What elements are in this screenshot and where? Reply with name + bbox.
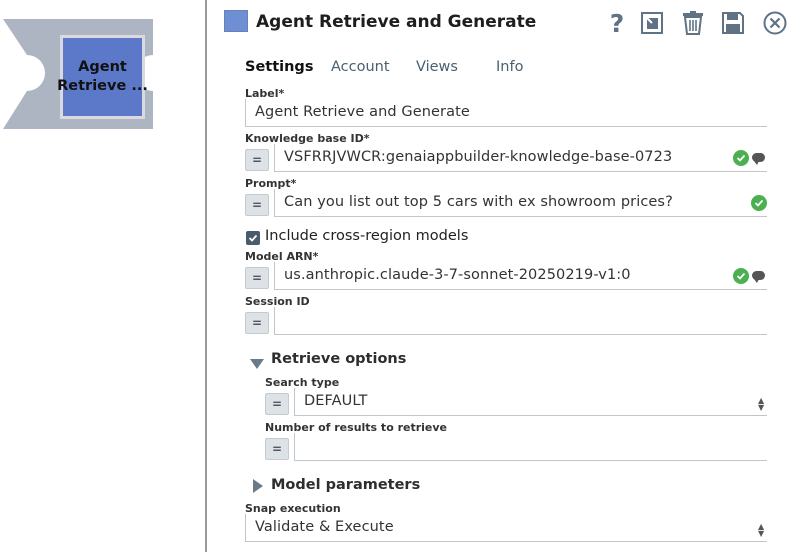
kb-input[interactable]: VSFRRJVWCR:genaiappbuilder-knowledge-bas… [274, 144, 767, 172]
session-id-expression-toggle[interactable]: = [245, 312, 269, 334]
tab-settings[interactable]: Settings [245, 59, 313, 75]
snap-node-agent-retrieve[interactable]: Agent Retrieve ... [57, 35, 148, 119]
help-icon[interactable]: ? [603, 9, 631, 37]
valid-check-icon [751, 195, 767, 211]
comment-icon[interactable] [752, 271, 765, 283]
snap-node-label-1: Agent [78, 59, 127, 75]
save-icon[interactable] [719, 9, 747, 37]
select-arrows-icon: ▲ ▼ [758, 522, 765, 538]
kb-expression-toggle[interactable]: = [245, 149, 269, 171]
export-icon[interactable] [638, 9, 666, 37]
cross-region-label[interactable]: Include cross-region models [265, 228, 468, 244]
model-arn-input[interactable]: us.anthropic.claude-3-7-sonnet-20250219-… [274, 262, 767, 290]
kb-value: VSFRRJVWCR:genaiappbuilder-knowledge-bas… [284, 149, 673, 165]
settings-panel: Agent Retrieve and Generate ? Settings A… [207, 0, 798, 552]
close-icon[interactable] [761, 9, 789, 37]
num-results-expression-toggle[interactable]: = [265, 438, 289, 460]
tab-account[interactable]: Account [331, 59, 390, 75]
panel-title: Agent Retrieve and Generate [256, 12, 537, 32]
num-results-input[interactable] [294, 433, 767, 461]
snap-execution-value: Validate & Execute [255, 519, 394, 535]
delete-icon[interactable] [679, 9, 707, 37]
tab-views[interactable]: Views [416, 59, 458, 75]
expanded-triangle-icon[interactable] [250, 354, 264, 373]
collapsed-triangle-icon[interactable] [253, 478, 263, 497]
search-type-value: DEFAULT [304, 393, 368, 409]
snap-color-swatch [224, 10, 248, 32]
snap-execution-select[interactable]: Validate & Execute ▲ ▼ [245, 514, 767, 542]
pipeline-canvas[interactable]: Agent Retrieve ... [0, 0, 205, 552]
label-input[interactable]: Agent Retrieve and Generate [245, 99, 767, 127]
valid-check-icon [733, 150, 749, 166]
tab-info[interactable]: Info [496, 59, 523, 75]
cross-region-checkbox[interactable] [246, 231, 260, 245]
model-arn-value: us.anthropic.claude-3-7-sonnet-20250219-… [284, 267, 631, 283]
prompt-expression-toggle[interactable]: = [245, 194, 269, 216]
prompt-input[interactable]: Can you list out top 5 cars with ex show… [274, 189, 767, 217]
valid-check-icon [733, 268, 749, 284]
search-type-select[interactable]: DEFAULT ▲ ▼ [294, 388, 767, 416]
retrieve-options-header[interactable]: Retrieve options [271, 351, 406, 367]
label-value: Agent Retrieve and Generate [255, 104, 470, 120]
snap-node-label-2: Retrieve ... [57, 78, 148, 94]
model-arn-expression-toggle[interactable]: = [245, 267, 269, 289]
comment-icon[interactable] [752, 153, 765, 165]
model-parameters-header[interactable]: Model parameters [271, 477, 420, 493]
session-id-input[interactable] [274, 307, 767, 335]
prompt-value: Can you list out top 5 cars with ex show… [284, 194, 673, 210]
select-arrows-icon: ▲ ▼ [758, 396, 765, 412]
search-type-expression-toggle[interactable]: = [265, 393, 289, 415]
